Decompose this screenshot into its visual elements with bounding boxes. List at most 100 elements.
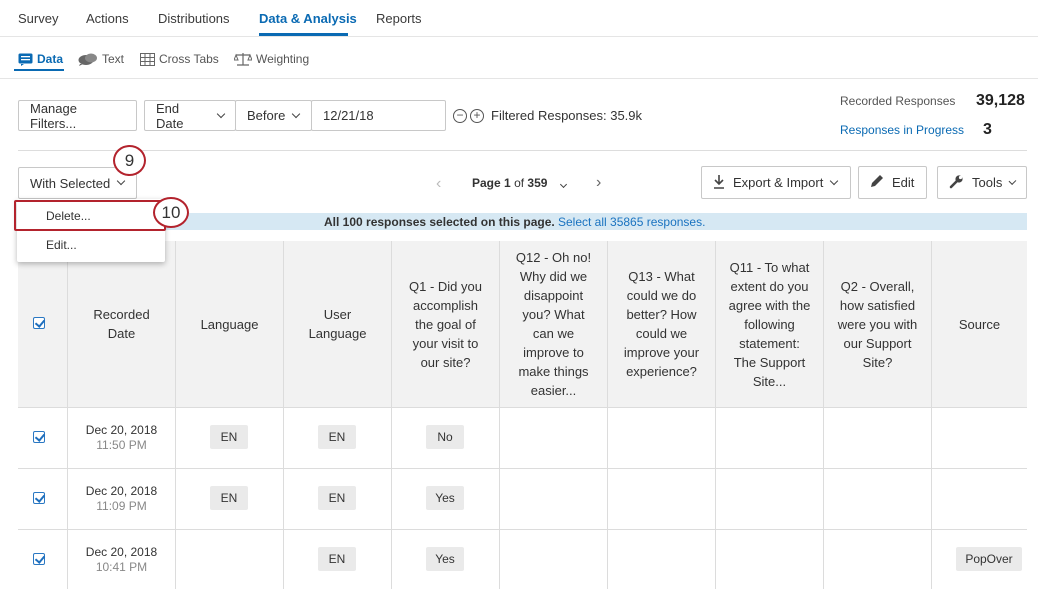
selection-text: All 100 responses selected on this page. bbox=[324, 215, 555, 229]
column-header-q12[interactable]: Q12 - Oh no! Why did we disappoint you? … bbox=[500, 241, 607, 407]
recorded-date-cell: Dec 20, 2018 11:50 PM bbox=[68, 423, 175, 453]
download-icon bbox=[713, 174, 725, 192]
q1-answer-pill: Yes bbox=[426, 486, 464, 510]
grid-icon bbox=[140, 52, 155, 66]
speech-bubbles-icon bbox=[78, 53, 98, 66]
export-import-button[interactable]: Export & Import bbox=[701, 166, 851, 199]
user-language-pill: EN bbox=[318, 425, 356, 449]
column-header-q2[interactable]: Q2 - Overall, how satisfied were you wit… bbox=[824, 241, 931, 407]
responses-in-progress-link[interactable]: Responses in Progress bbox=[840, 123, 964, 137]
user-language-pill: EN bbox=[318, 486, 356, 510]
page-prefix: Page bbox=[472, 176, 501, 190]
subtab-cross-tabs[interactable]: Cross Tabs bbox=[140, 52, 219, 66]
q1-answer-pill: Yes bbox=[426, 547, 464, 571]
subtab-weighting-label: Weighting bbox=[256, 52, 310, 66]
chevron-down-icon bbox=[216, 109, 226, 118]
next-page-icon[interactable]: › bbox=[596, 174, 601, 192]
header-label: Source bbox=[958, 316, 1001, 332]
date-text: Dec 20, 2018 bbox=[85, 423, 158, 437]
row-divider bbox=[18, 407, 1027, 408]
manage-filters-button[interactable]: Manage Filters... bbox=[18, 100, 137, 131]
time-text: 11:09 PM bbox=[96, 499, 147, 513]
column-header-user-language[interactable]: User Language bbox=[284, 241, 391, 407]
tab-distributions[interactable]: Distributions bbox=[158, 11, 230, 26]
header-label: Q1 - Did you accomplish the goal of your… bbox=[409, 278, 482, 370]
filter-operator-label: Before bbox=[247, 108, 286, 123]
active-tab-indicator bbox=[259, 33, 348, 36]
prev-page-icon[interactable]: ‹ bbox=[436, 175, 441, 193]
recorded-date-cell: Dec 20, 2018 10:41 PM bbox=[68, 545, 175, 575]
column-divider bbox=[283, 241, 284, 589]
select-all-checkbox[interactable] bbox=[33, 317, 45, 329]
header-label: Q13 - What could we do better? How could… bbox=[623, 269, 700, 379]
sub-nav: Data Text Cross Tabs Weighting bbox=[0, 37, 1038, 79]
header-label: Recorded Date bbox=[93, 307, 150, 341]
time-text: 11:50 PM bbox=[96, 438, 147, 452]
recorded-responses-label: Recorded Responses bbox=[840, 94, 956, 108]
recorded-date-cell: Dec 20, 2018 11:09 PM bbox=[68, 484, 175, 514]
subtab-text[interactable]: Text bbox=[78, 52, 124, 66]
tools-button[interactable]: Tools bbox=[937, 166, 1027, 199]
column-divider bbox=[175, 241, 176, 589]
add-filter-icon[interactable]: + bbox=[470, 109, 484, 123]
column-header-language[interactable]: Language bbox=[176, 241, 283, 407]
subtab-data-label: Data bbox=[37, 52, 64, 66]
chevron-down-icon bbox=[559, 180, 567, 189]
filter-date-input[interactable]: 12/21/18 bbox=[311, 100, 446, 131]
column-divider bbox=[607, 241, 608, 589]
tab-reports[interactable]: Reports bbox=[376, 11, 422, 26]
row-checkbox[interactable] bbox=[33, 492, 45, 504]
language-pill: EN bbox=[210, 486, 248, 510]
row-checkbox[interactable] bbox=[33, 553, 45, 565]
manage-filters-label: Manage Filters... bbox=[30, 100, 77, 131]
pagination[interactable]: Page 1 of 359 bbox=[472, 176, 567, 190]
chevron-down-icon bbox=[292, 109, 301, 118]
language-pill: EN bbox=[210, 425, 248, 449]
responses-in-progress-value: 3 bbox=[983, 121, 992, 138]
tab-survey[interactable]: Survey bbox=[18, 11, 58, 26]
select-all-link[interactable]: Select all 35865 responses. bbox=[558, 215, 705, 229]
edit-button[interactable]: Edit bbox=[858, 166, 927, 199]
time-text: 10:41 PM bbox=[95, 560, 148, 574]
menu-item-edit[interactable]: Edit... bbox=[46, 238, 77, 252]
active-subtab-indicator bbox=[14, 69, 64, 71]
column-header-recorded-date[interactable]: Recorded Date bbox=[68, 241, 175, 407]
export-import-label: Export & Import bbox=[733, 175, 824, 190]
tab-actions[interactable]: Actions bbox=[86, 11, 129, 26]
data-icon bbox=[18, 53, 33, 66]
header-label: Q11 - To what extent do you agree with t… bbox=[728, 259, 811, 389]
section-divider bbox=[18, 150, 1027, 151]
remove-filter-icon[interactable]: − bbox=[453, 109, 467, 123]
filter-field-select[interactable]: End Date bbox=[144, 100, 236, 131]
chevron-down-icon bbox=[116, 176, 126, 186]
column-divider bbox=[715, 241, 716, 589]
header-label: Language bbox=[200, 316, 259, 332]
tools-label: Tools bbox=[972, 175, 1003, 190]
with-selected-label: With Selected bbox=[30, 175, 111, 191]
header-label: Q2 - Overall, how satisfied were you wit… bbox=[837, 278, 918, 370]
row-checkbox[interactable] bbox=[33, 431, 45, 443]
recorded-responses-value: 39,128 bbox=[976, 92, 1025, 109]
annotation-highlight-box bbox=[14, 200, 166, 231]
filter-operator-select[interactable]: Before bbox=[235, 100, 312, 131]
date-text: Dec 20, 2018 bbox=[85, 484, 158, 498]
subtab-weighting[interactable]: Weighting bbox=[234, 52, 309, 66]
subtab-cross-tabs-label: Cross Tabs bbox=[159, 52, 219, 66]
edit-label: Edit bbox=[892, 175, 915, 190]
tab-data-analysis[interactable]: Data & Analysis bbox=[259, 11, 357, 26]
q1-answer-pill: No bbox=[426, 425, 464, 449]
column-divider bbox=[823, 241, 824, 589]
page-total: 359 bbox=[527, 176, 548, 190]
header-label: User Language bbox=[308, 307, 367, 341]
subtab-data[interactable]: Data bbox=[18, 52, 63, 66]
step-marker-10: 10 bbox=[153, 197, 189, 228]
page-current: 1 bbox=[504, 176, 511, 190]
column-divider bbox=[931, 241, 932, 589]
column-header-q13[interactable]: Q13 - What could we do better? How could… bbox=[608, 241, 715, 407]
column-header-q11[interactable]: Q11 - To what extent do you agree with t… bbox=[716, 241, 823, 407]
column-divider bbox=[67, 241, 68, 589]
wrench-icon bbox=[949, 174, 964, 192]
column-divider bbox=[499, 241, 500, 589]
column-header-source[interactable]: Source bbox=[932, 241, 1027, 407]
column-header-q1[interactable]: Q1 - Did you accomplish the goal of your… bbox=[392, 241, 499, 407]
